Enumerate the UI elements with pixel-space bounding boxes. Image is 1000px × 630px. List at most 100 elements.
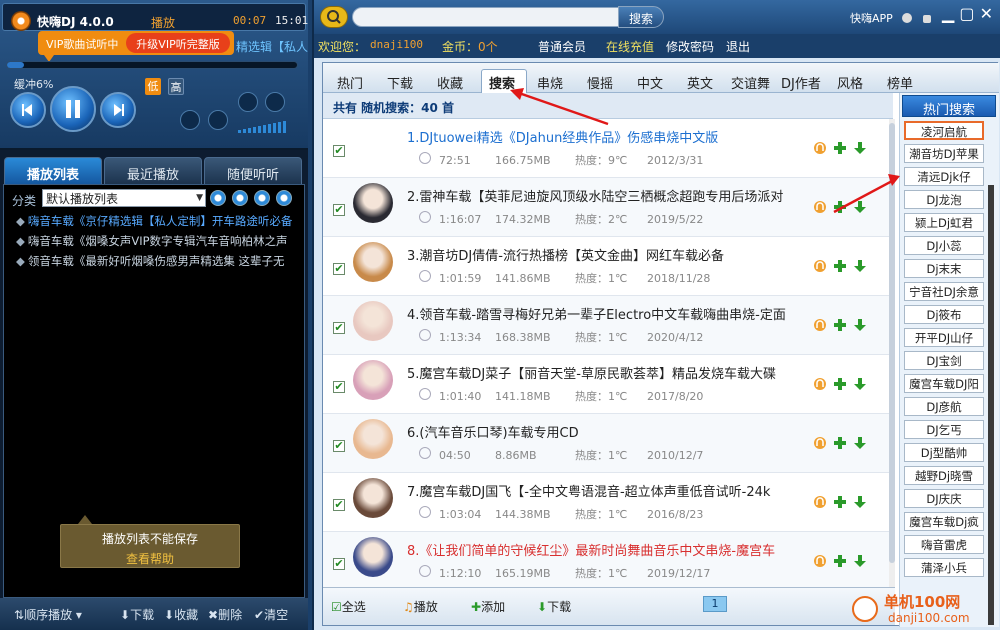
play-song-icon[interactable] bbox=[813, 377, 827, 391]
hot-search-item[interactable]: Dj型酷帅 bbox=[904, 443, 984, 462]
row-checkbox[interactable]: ✔ bbox=[333, 204, 345, 216]
song-title[interactable]: 7.魔宫车载DJ国飞【-全中文粤语混音-超立体声重低音试听-24k bbox=[407, 481, 803, 500]
collect-button[interactable]: ⬇收藏 bbox=[164, 606, 198, 623]
quality-low-button[interactable]: 低 bbox=[145, 78, 161, 95]
add-selected-button[interactable]: ✚添加 bbox=[471, 598, 505, 615]
table-row[interactable]: ✔ 2.雷神车载【英菲尼迪旋风顶级水陆空三栖概念超跑专用后场派对 1:16:07 17… bbox=[323, 178, 889, 237]
play-song-icon[interactable] bbox=[813, 200, 827, 214]
app-download-link[interactable]: 快嗨APP bbox=[850, 10, 893, 26]
quality-high-button[interactable]: 高 bbox=[168, 78, 184, 95]
hot-search-item[interactable]: Dj筱布 bbox=[904, 305, 984, 324]
play-song-icon[interactable] bbox=[813, 554, 827, 568]
download-button[interactable]: ⬇下载 bbox=[120, 606, 154, 623]
play-song-icon[interactable] bbox=[813, 141, 827, 155]
list-item[interactable]: ◆ 领音车载《最新好听烟嗓伤感男声精选集 这辈子无 bbox=[16, 253, 306, 269]
add-song-icon[interactable] bbox=[833, 377, 847, 391]
progress-bar[interactable] bbox=[6, 61, 298, 69]
hot-search-item[interactable]: DJ乞丐 bbox=[904, 420, 984, 439]
tab-ballroom[interactable]: 交谊舞 bbox=[731, 73, 770, 92]
hot-search-item[interactable]: 魔宫车载Dj疯 bbox=[904, 512, 984, 531]
tab-hot[interactable]: 热门 bbox=[337, 73, 363, 92]
select-all-checkbox[interactable]: ☑全选 bbox=[331, 598, 366, 615]
search-input[interactable] bbox=[352, 7, 620, 27]
table-row[interactable]: ✔ 3.潮音坊DJ倩倩-流行热播榜【英文金曲】网红车载必备 1:01:59 141.8… bbox=[323, 237, 889, 296]
pause-button[interactable] bbox=[50, 86, 96, 132]
download-song-icon[interactable] bbox=[853, 495, 867, 509]
table-row[interactable]: ✔ 8.《让我们简单的守候红尘》最新时尚舞曲音乐中文串烧-魔宫车 1:12:10 16… bbox=[323, 532, 889, 587]
tab-favorite[interactable]: 收藏 bbox=[437, 73, 463, 92]
list-item[interactable]: ◆ 嗨音车载《京仔精选辑【私人定制】开车路途听必备 bbox=[16, 213, 306, 229]
table-row[interactable]: ✔ 5.魔宫车载DJ菜子【丽音天堂-草原民歌荟萃】精品发烧车载大碟 1:01:40 1… bbox=[323, 355, 889, 414]
song-title[interactable]: 6.(汽车音乐口琴)车载专用CD bbox=[407, 422, 803, 441]
download-circle-icon[interactable] bbox=[238, 92, 258, 112]
play-song-icon[interactable] bbox=[813, 436, 827, 450]
tab-download[interactable]: 下载 bbox=[387, 73, 413, 92]
hot-search-item[interactable]: 清远Djk仔 bbox=[904, 167, 984, 186]
song-title[interactable]: 3.潮音坊DJ倩倩-流行热播榜【英文金曲】网红车载必备 bbox=[407, 245, 803, 264]
row-checkbox[interactable]: ✔ bbox=[333, 381, 345, 393]
volume-slider[interactable] bbox=[238, 120, 296, 134]
add-song-icon[interactable] bbox=[833, 141, 847, 155]
vip-upgrade-button[interactable]: 升级VIP听完整版 bbox=[126, 33, 230, 53]
hot-search-item[interactable]: DJ庆庆 bbox=[904, 489, 984, 508]
hot-search-item[interactable]: 潮音坊DJ苹果 bbox=[904, 144, 984, 163]
hot-search-item[interactable]: DJ龙泡 bbox=[904, 190, 984, 209]
recharge-link[interactable]: 在线充值 bbox=[606, 38, 654, 55]
add-song-icon[interactable] bbox=[833, 436, 847, 450]
add-song-icon[interactable] bbox=[833, 200, 847, 214]
add-song-icon[interactable] bbox=[833, 318, 847, 332]
help-link[interactable]: 查看帮助 bbox=[61, 550, 239, 567]
scroll-thumb[interactable] bbox=[889, 123, 895, 563]
play-song-icon[interactable] bbox=[813, 259, 827, 273]
row-checkbox[interactable]: ✔ bbox=[333, 499, 345, 511]
tab-slow[interactable]: 慢摇 bbox=[587, 73, 613, 92]
clear-button[interactable]: ✔清空 bbox=[254, 606, 288, 623]
tab-random[interactable]: 随便听听 bbox=[204, 157, 302, 185]
tab-english[interactable]: 英文 bbox=[687, 73, 713, 92]
search-button[interactable]: 搜索 bbox=[618, 6, 664, 28]
tab-style[interactable]: 风格 bbox=[837, 73, 863, 92]
tab-recent[interactable]: 最近播放 bbox=[104, 157, 202, 185]
download-song-icon[interactable] bbox=[853, 318, 867, 332]
table-row[interactable]: ✔ 6.(汽车音乐口琴)车载专用CD 04:50 8.86MB 热度：1℃ 2010/12… bbox=[323, 414, 889, 473]
change-password-link[interactable]: 修改密码 bbox=[666, 38, 714, 55]
add-song-icon[interactable] bbox=[833, 554, 847, 568]
row-checkbox[interactable]: ✔ bbox=[333, 440, 345, 452]
tab-chart[interactable]: 榜单 bbox=[887, 73, 913, 92]
download-song-icon[interactable] bbox=[853, 141, 867, 155]
download-song-icon[interactable] bbox=[853, 436, 867, 450]
tab-chinese[interactable]: 中文 bbox=[637, 73, 663, 92]
list-item[interactable]: ◆ 嗨音车载《烟嗓女声VIP数字专辑汽车音响柏林之声 bbox=[16, 233, 306, 249]
hot-search-item[interactable]: Dj末末 bbox=[904, 259, 984, 278]
download-song-icon[interactable] bbox=[853, 554, 867, 568]
song-title[interactable]: 2.雷神车载【英菲尼迪旋风顶级水陆空三栖概念超跑专用后场派对 bbox=[407, 186, 803, 205]
tab-search[interactable]: 搜索 bbox=[489, 73, 515, 92]
hot-search-item[interactable]: 颍上Dj虹君 bbox=[904, 213, 984, 232]
apple-icon[interactable] bbox=[900, 10, 914, 24]
scrollbar[interactable] bbox=[889, 119, 895, 587]
row-checkbox[interactable]: ✔ bbox=[333, 322, 345, 334]
hot-search-item[interactable]: 开平DJ山仔 bbox=[904, 328, 984, 347]
table-row[interactable]: ✔ 4.领音车载-踏雪寻梅好兄弟一辈子Electro中文车载嗨曲串烧-定面 1:13… bbox=[323, 296, 889, 355]
volume-icon[interactable] bbox=[208, 110, 228, 130]
android-icon[interactable] bbox=[920, 10, 934, 24]
window-controls[interactable]: ▁ ▢ ✕ bbox=[942, 4, 993, 23]
hot-search-item[interactable]: 魔宫车载DJ阳 bbox=[904, 374, 984, 393]
play-song-icon[interactable] bbox=[813, 318, 827, 332]
song-title[interactable]: 4.领音车载-踏雪寻梅好兄弟一辈子Electro中文车载嗨曲串烧-定面 bbox=[407, 304, 803, 323]
song-title[interactable]: 8.《让我们简单的守候红尘》最新时尚舞曲音乐中文串烧-魔宫车 bbox=[407, 540, 803, 559]
tab-dj-author[interactable]: DJ作者 bbox=[781, 73, 821, 92]
row-checkbox[interactable]: ✔ bbox=[333, 145, 345, 157]
play-song-icon[interactable] bbox=[813, 495, 827, 509]
page-number[interactable]: 1 bbox=[703, 596, 727, 612]
category-select[interactable]: 默认播放列表 ▼ bbox=[42, 189, 206, 207]
hot-search-item[interactable]: DJ小蕊 bbox=[904, 236, 984, 255]
add-song-icon[interactable] bbox=[833, 495, 847, 509]
table-row[interactable]: ✔ 7.魔宫车载DJ国飞【-全中文粤语混音-超立体声重低音试听-24k 1:03:0… bbox=[323, 473, 889, 532]
tab-playlist[interactable]: 播放列表 bbox=[4, 157, 102, 185]
hot-scrollbar[interactable] bbox=[988, 185, 994, 625]
song-title[interactable]: 1.DJtuowei精选《DJahun经典作品》伤感串烧中文版 bbox=[407, 127, 803, 146]
hot-search-item[interactable]: 宁音社DJ余意 bbox=[904, 282, 984, 301]
tab-medley[interactable]: 串烧 bbox=[537, 73, 563, 92]
edit-list-icon[interactable] bbox=[232, 190, 248, 206]
